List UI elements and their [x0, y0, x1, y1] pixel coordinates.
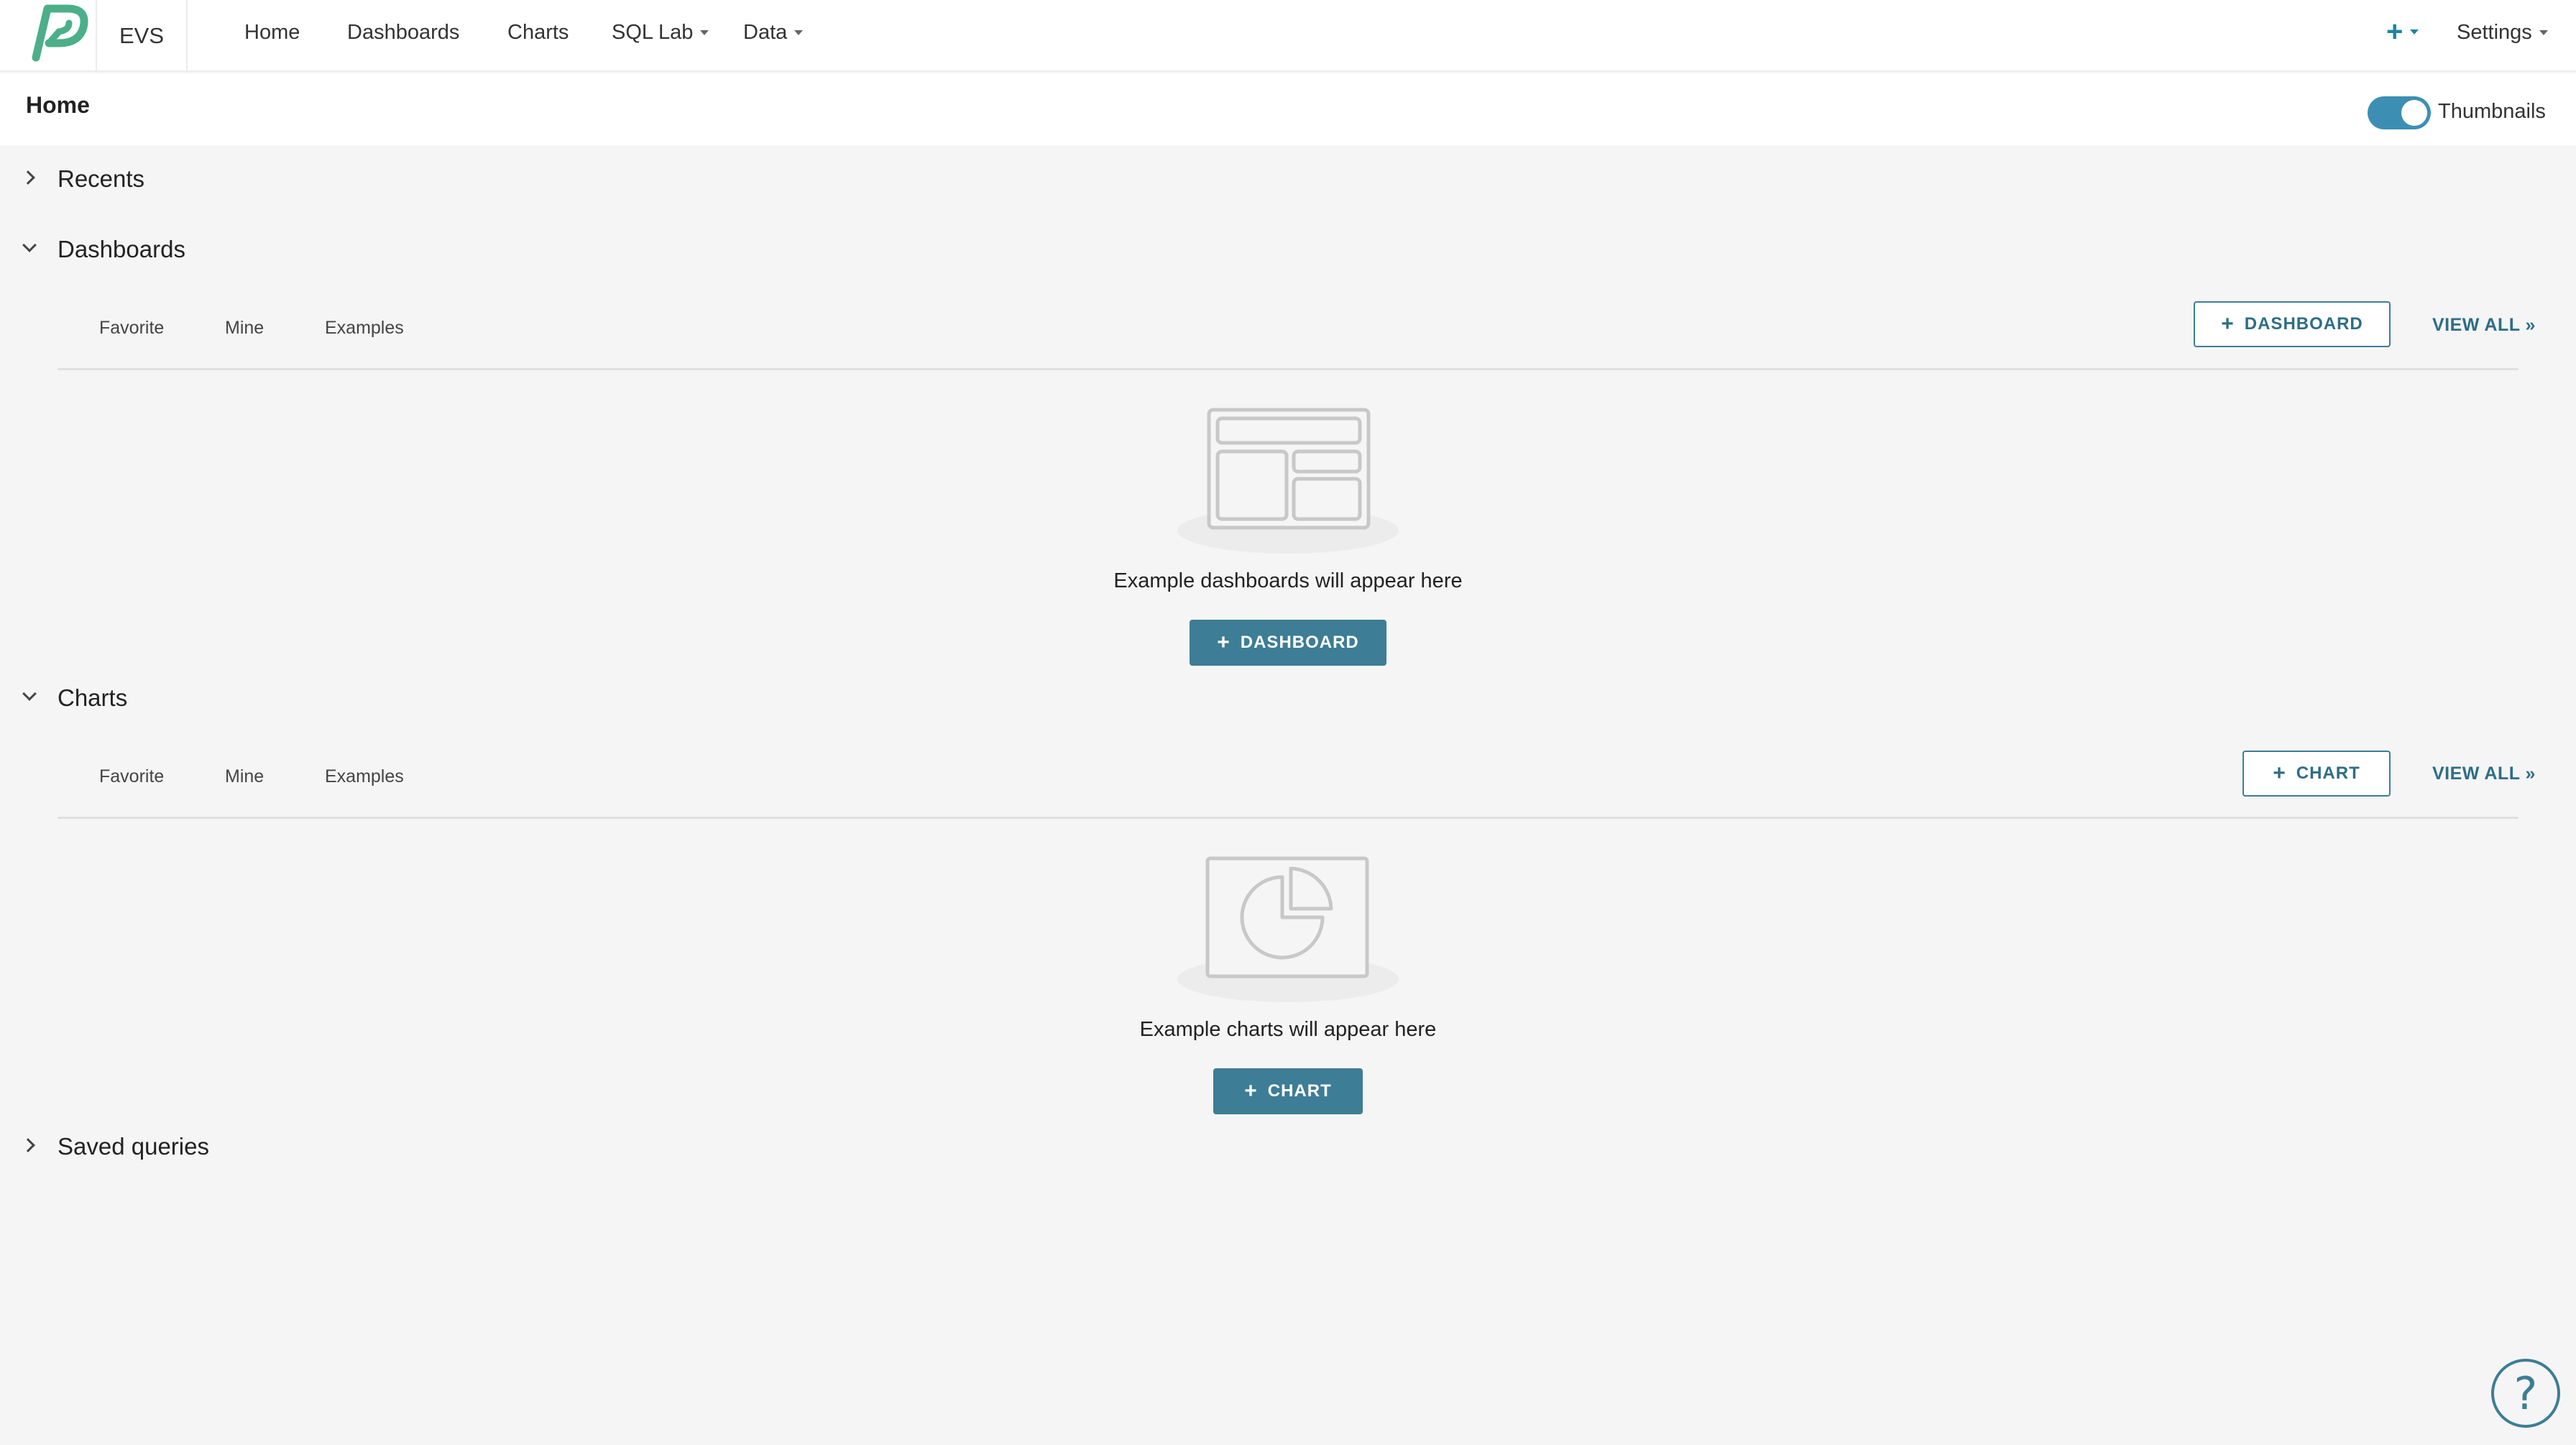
plus-icon: + [2221, 312, 2235, 336]
charts-divider [58, 817, 2518, 819]
charts-view-all-link[interactable]: VIEW ALL » [2432, 763, 2536, 784]
nav-sql-lab-label: SQL Lab [612, 20, 694, 44]
logo-icon[interactable] [22, 3, 93, 62]
add-chart-label: CHART [2296, 763, 2360, 783]
caret-down-icon [794, 29, 804, 35]
tab-charts-mine[interactable]: Mine [225, 766, 264, 787]
toggle-knob [2401, 100, 2427, 126]
caret-down-icon [2410, 29, 2419, 35]
caret-down-icon [700, 29, 709, 35]
nav-sql-lab[interactable]: SQL Lab [612, 0, 709, 65]
create-chart-label: CHART [1267, 1081, 1332, 1101]
settings-menu[interactable]: Settings [2457, 0, 2548, 65]
tab-charts-examples[interactable]: Examples [325, 766, 404, 787]
nav-data[interactable]: Data [743, 0, 804, 65]
add-dashboard-button[interactable]: + DASHBOARD [2194, 301, 2391, 347]
dashboards-view-all-link[interactable]: VIEW ALL » [2432, 315, 2536, 336]
nav-home[interactable]: Home [244, 0, 300, 65]
tab-dashboards-favorite[interactable]: Favorite [99, 318, 164, 339]
plus-icon: + [2273, 761, 2286, 785]
page-title: Home [26, 92, 90, 118]
section-recents-title[interactable]: Recents [58, 165, 144, 193]
tab-dashboards-examples[interactable]: Examples [325, 318, 404, 339]
chart-placeholder-icon [1177, 856, 1399, 1002]
chevron-down-icon[interactable] [22, 238, 37, 252]
dashboards-divider [58, 368, 2518, 370]
plus-icon: + [1244, 1079, 1258, 1103]
nav-home-label: Home [244, 20, 300, 44]
caret-down-icon [2539, 29, 2548, 35]
settings-label: Settings [2457, 20, 2532, 44]
thumbnails-toggle[interactable] [2368, 96, 2431, 129]
brand-name[interactable]: EVS [96, 0, 188, 72]
nav-data-label: Data [743, 20, 788, 44]
add-chart-button[interactable]: + CHART [2242, 751, 2391, 797]
thumbnails-label: Thumbnails [2438, 100, 2546, 123]
add-dashboard-label: DASHBOARD [2244, 314, 2363, 334]
new-item-menu[interactable]: + [2386, 16, 2419, 47]
charts-empty-message: Example charts will appear here [1139, 1018, 1437, 1041]
chevron-right-icon[interactable] [21, 170, 35, 185]
tab-charts-favorite[interactable]: Favorite [99, 766, 164, 787]
section-saved-queries-title[interactable]: Saved queries [58, 1133, 209, 1160]
create-dashboard-label: DASHBOARD [1240, 633, 1359, 652]
section-dashboards-title[interactable]: Dashboards [58, 236, 185, 263]
create-chart-button[interactable]: + CHART [1213, 1068, 1363, 1114]
page-header [0, 73, 2576, 145]
chevron-right-icon[interactable] [21, 1138, 35, 1152]
nav-charts[interactable]: Charts [507, 0, 569, 65]
top-navbar: EVS Home Dashboards Charts SQL Lab Data … [0, 0, 2576, 72]
plus-icon: + [2386, 15, 2404, 47]
help-button[interactable]: ? [2491, 1359, 2560, 1428]
nav-charts-label: Charts [507, 20, 569, 44]
plus-icon: + [1217, 630, 1230, 654]
create-dashboard-button[interactable]: + DASHBOARD [1190, 620, 1386, 666]
section-charts-title[interactable]: Charts [58, 684, 127, 712]
tab-dashboards-mine[interactable]: Mine [225, 318, 264, 339]
nav-dashboards[interactable]: Dashboards [347, 0, 459, 65]
dashboards-empty-message: Example dashboards will appear here [1113, 569, 1463, 592]
nav-dashboards-label: Dashboards [347, 20, 460, 44]
chevron-down-icon[interactable] [22, 687, 37, 701]
dashboard-placeholder-icon [1177, 408, 1399, 554]
question-icon: ? [2513, 1367, 2538, 1420]
